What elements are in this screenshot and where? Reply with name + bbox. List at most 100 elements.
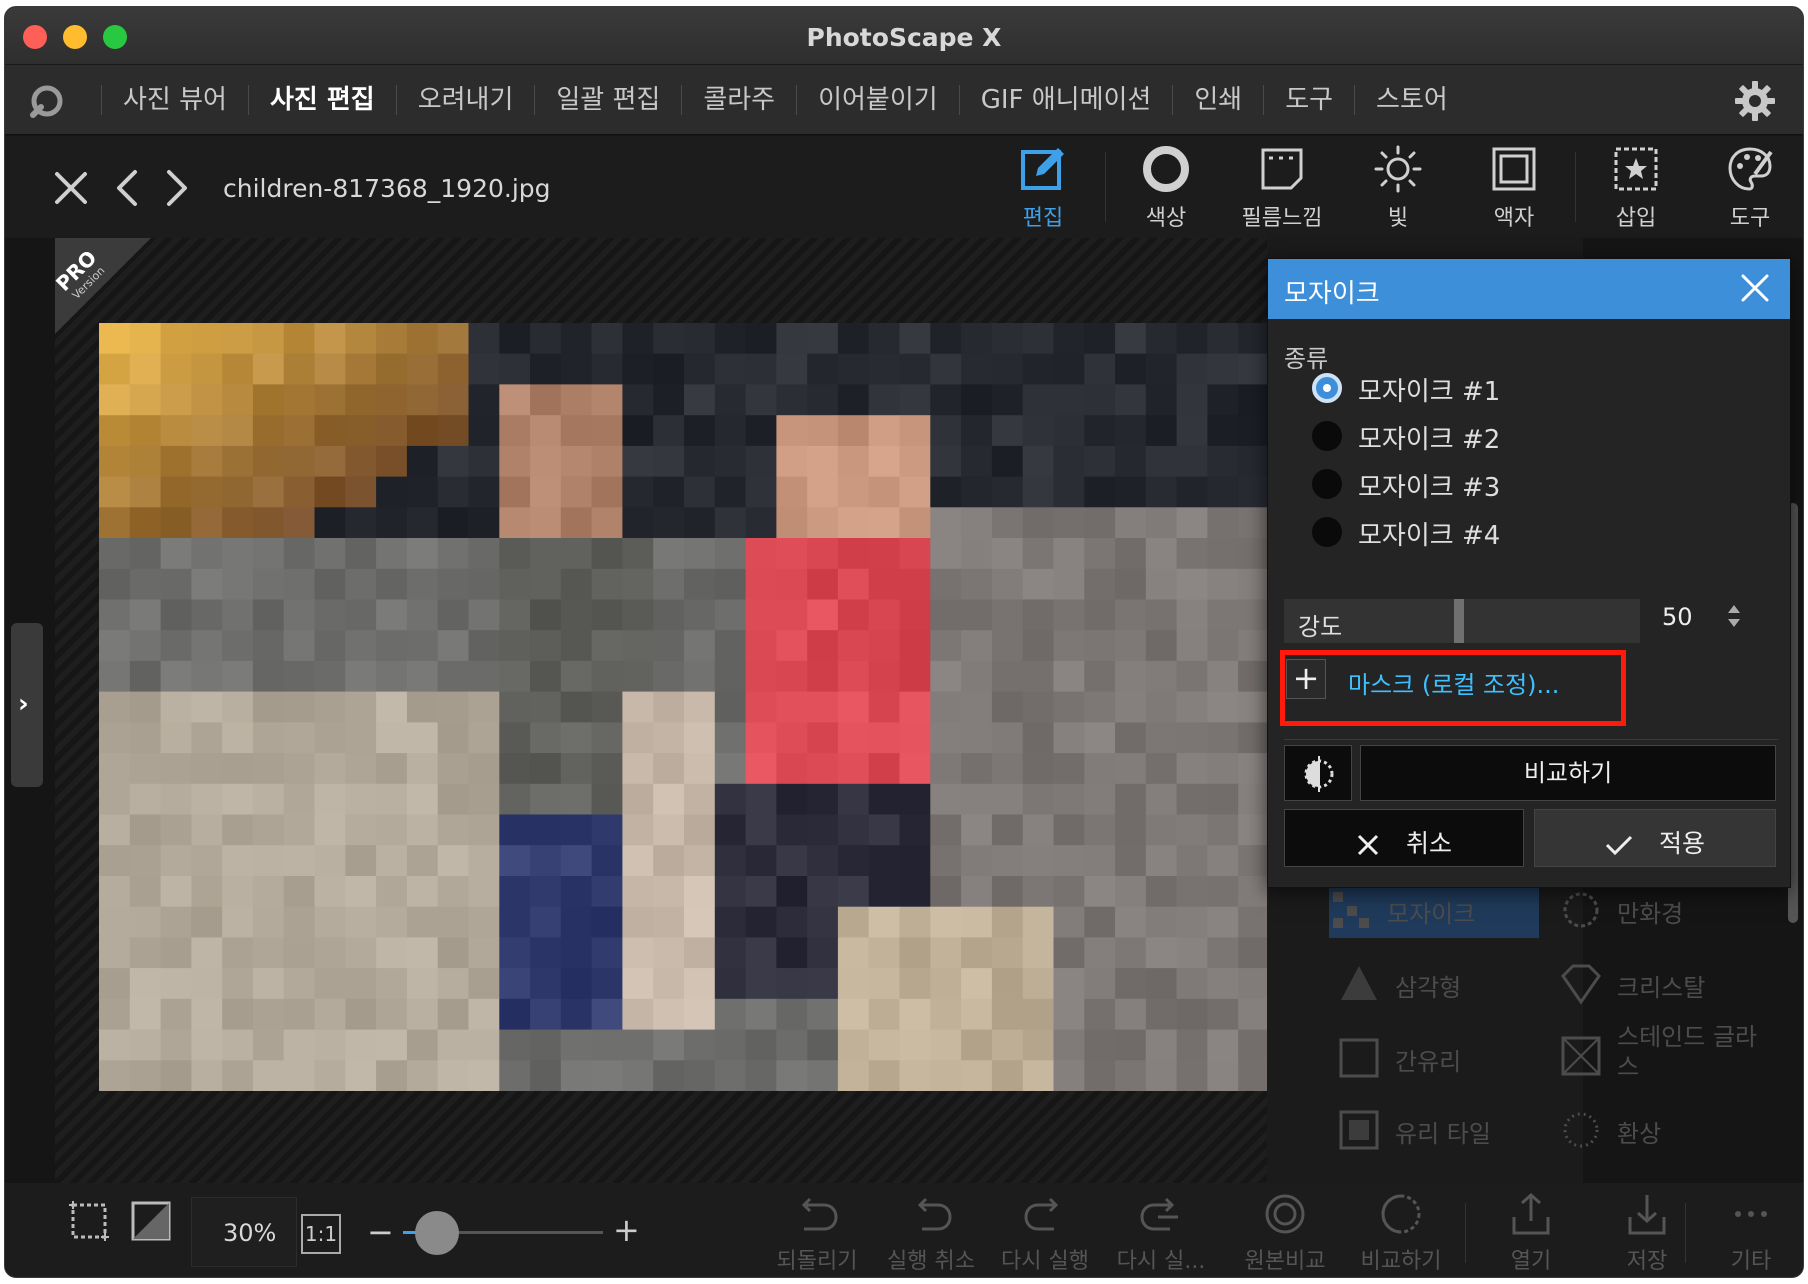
mosaic-tile — [129, 937, 162, 969]
tool-insert[interactable]: 삽입 — [1581, 144, 1691, 238]
action-open[interactable]: 열기 — [1471, 1191, 1591, 1275]
action-more[interactable]: 기타 — [1691, 1191, 1803, 1275]
action-undo[interactable]: 실행 취소 — [871, 1191, 991, 1275]
mosaic-tile — [1084, 507, 1116, 539]
mosaic-tile — [222, 783, 254, 816]
action-revert[interactable]: 되돌리기 — [757, 1191, 877, 1275]
tool-frame[interactable]: 액자 — [1459, 144, 1569, 238]
tool-color[interactable]: 색상 — [1111, 144, 1221, 238]
mosaic-tile — [129, 384, 162, 416]
left-panel-toggle[interactable]: › — [11, 623, 43, 787]
mosaic-tile — [1145, 476, 1178, 508]
mask-local-adjust-link[interactable]: 마스크 (로컬 조정)... — [1348, 665, 1559, 700]
mosaic-tile — [1115, 353, 1147, 385]
action-compare[interactable]: 비교하기 — [1341, 1191, 1461, 1275]
close-icon[interactable] — [49, 166, 93, 210]
mosaic-tile — [837, 845, 870, 877]
mosaic-tile — [714, 783, 747, 816]
menu-item[interactable]: 사진 편집 — [247, 85, 396, 115]
actual-size-button[interactable]: 1:1 — [301, 1214, 341, 1254]
mosaic-tile — [591, 691, 623, 723]
mosaic-option-3[interactable]: 모자이크 #3 — [1312, 463, 1612, 503]
mosaic-tile — [560, 660, 593, 693]
tool-film[interactable]: 필름느낌 — [1227, 144, 1337, 238]
mosaic-tile — [930, 507, 962, 539]
mosaic-tile — [437, 814, 470, 846]
add-mask-button[interactable]: + — [1286, 659, 1326, 699]
mosaic-tile — [1022, 906, 1055, 938]
action-redo[interactable]: 다시 실행 — [985, 1191, 1105, 1275]
mosaic-tile — [745, 476, 777, 508]
mosaic-tile — [714, 1060, 747, 1091]
mosaic-tile — [899, 876, 931, 908]
strength-slider-knob[interactable] — [1454, 599, 1464, 643]
menu-item[interactable]: 사진 뷰어 — [101, 85, 248, 115]
effect-fantasy[interactable]: 환상 — [1559, 1098, 1759, 1158]
mosaic-option-1[interactable]: 모자이크 #1 — [1312, 367, 1612, 407]
cancel-button[interactable]: 취소 — [1284, 809, 1524, 867]
effect-glass-tile[interactable]: 유리 타일 — [1337, 1098, 1537, 1158]
mosaic-tile — [1145, 384, 1178, 416]
strength-slider[interactable]: 강도 — [1284, 599, 1640, 643]
zoom-out-button[interactable]: − — [367, 1213, 394, 1251]
mosaic-tile — [437, 353, 470, 385]
compare-button[interactable]: 비교하기 — [1360, 745, 1776, 801]
mosaic-tile — [530, 415, 562, 447]
menu-item[interactable]: 스토어 — [1354, 85, 1469, 115]
menu-item[interactable]: 오려내기 — [395, 85, 535, 115]
previous-photo-icon[interactable] — [105, 166, 149, 210]
mosaic-tile — [684, 906, 716, 938]
effect-crystal[interactable]: 크리스탈 — [1559, 952, 1759, 1012]
gear-icon[interactable] — [1733, 79, 1777, 123]
strength-value[interactable]: 50 — [1662, 603, 1693, 631]
mosaic-tile — [653, 445, 685, 478]
mosaic-tile — [222, 415, 254, 447]
tool-edit[interactable]: 편집 — [988, 144, 1098, 238]
mosaic-tile — [252, 906, 285, 938]
split-compare-button[interactable] — [1284, 745, 1352, 801]
mosaic-photo[interactable] — [99, 323, 1269, 1091]
selection-icon[interactable] — [67, 1199, 111, 1243]
menu-item[interactable]: GIF 애니메이션 — [958, 85, 1173, 115]
mosaic-tile — [376, 998, 408, 1031]
effect-stained-glass[interactable]: 스테인드 글라스 — [1559, 1016, 1759, 1096]
mosaic-tile — [191, 783, 223, 816]
next-photo-icon[interactable] — [155, 166, 199, 210]
mosaic-tile — [991, 323, 1024, 355]
menu-item[interactable]: 일괄 편집 — [534, 85, 681, 115]
menu-item[interactable]: 인쇄 — [1172, 85, 1263, 115]
mosaic-tile — [499, 445, 531, 478]
action-save[interactable]: 저장 — [1587, 1191, 1707, 1275]
mosaic-tile — [160, 445, 192, 478]
close-icon[interactable] — [1738, 271, 1772, 305]
tool-tools[interactable]: 도구 — [1695, 144, 1803, 238]
mosaic-tile — [560, 845, 593, 877]
mosaic-tile — [530, 353, 562, 385]
tool-light[interactable]: 빛 — [1343, 144, 1453, 238]
mosaic-tile — [807, 384, 839, 416]
photoscape-logo-icon[interactable] — [27, 81, 67, 121]
transparency-icon[interactable] — [129, 1199, 173, 1243]
mosaic-tile — [499, 323, 531, 355]
mosaic-option-4[interactable]: 모자이크 #4 — [1312, 511, 1612, 551]
zoom-in-button[interactable]: + — [613, 1211, 640, 1249]
zoom-slider-knob[interactable] — [415, 1211, 459, 1255]
mosaic-tile — [684, 968, 716, 1000]
menu-item[interactable]: 콜라주 — [681, 85, 796, 115]
mosaic-tile — [1115, 660, 1147, 693]
effect-frosted-glass[interactable]: 간유리 — [1337, 1026, 1537, 1086]
mosaic-tile — [899, 323, 931, 355]
apply-button[interactable]: 적용 — [1534, 809, 1776, 867]
action-label: 다시 실... — [1116, 1249, 1206, 1274]
zoom-level[interactable]: 30% — [223, 1219, 276, 1247]
action-redo-all[interactable]: 다시 실... — [1101, 1191, 1221, 1275]
menu-item[interactable]: 도구 — [1263, 85, 1354, 115]
tool-insert-label: 삽입 — [1615, 206, 1657, 231]
mosaic-option-2[interactable]: 모자이크 #2 — [1312, 415, 1612, 455]
mosaic-tile — [406, 568, 439, 601]
effect-triangle[interactable]: 삼각형 — [1337, 952, 1537, 1012]
action-compare-original[interactable]: 원본비교 — [1225, 1191, 1345, 1275]
menu-item[interactable]: 이어붙이기 — [796, 85, 959, 115]
mosaic-tile — [129, 998, 162, 1031]
stepper-arrows-icon[interactable] — [1726, 601, 1742, 631]
